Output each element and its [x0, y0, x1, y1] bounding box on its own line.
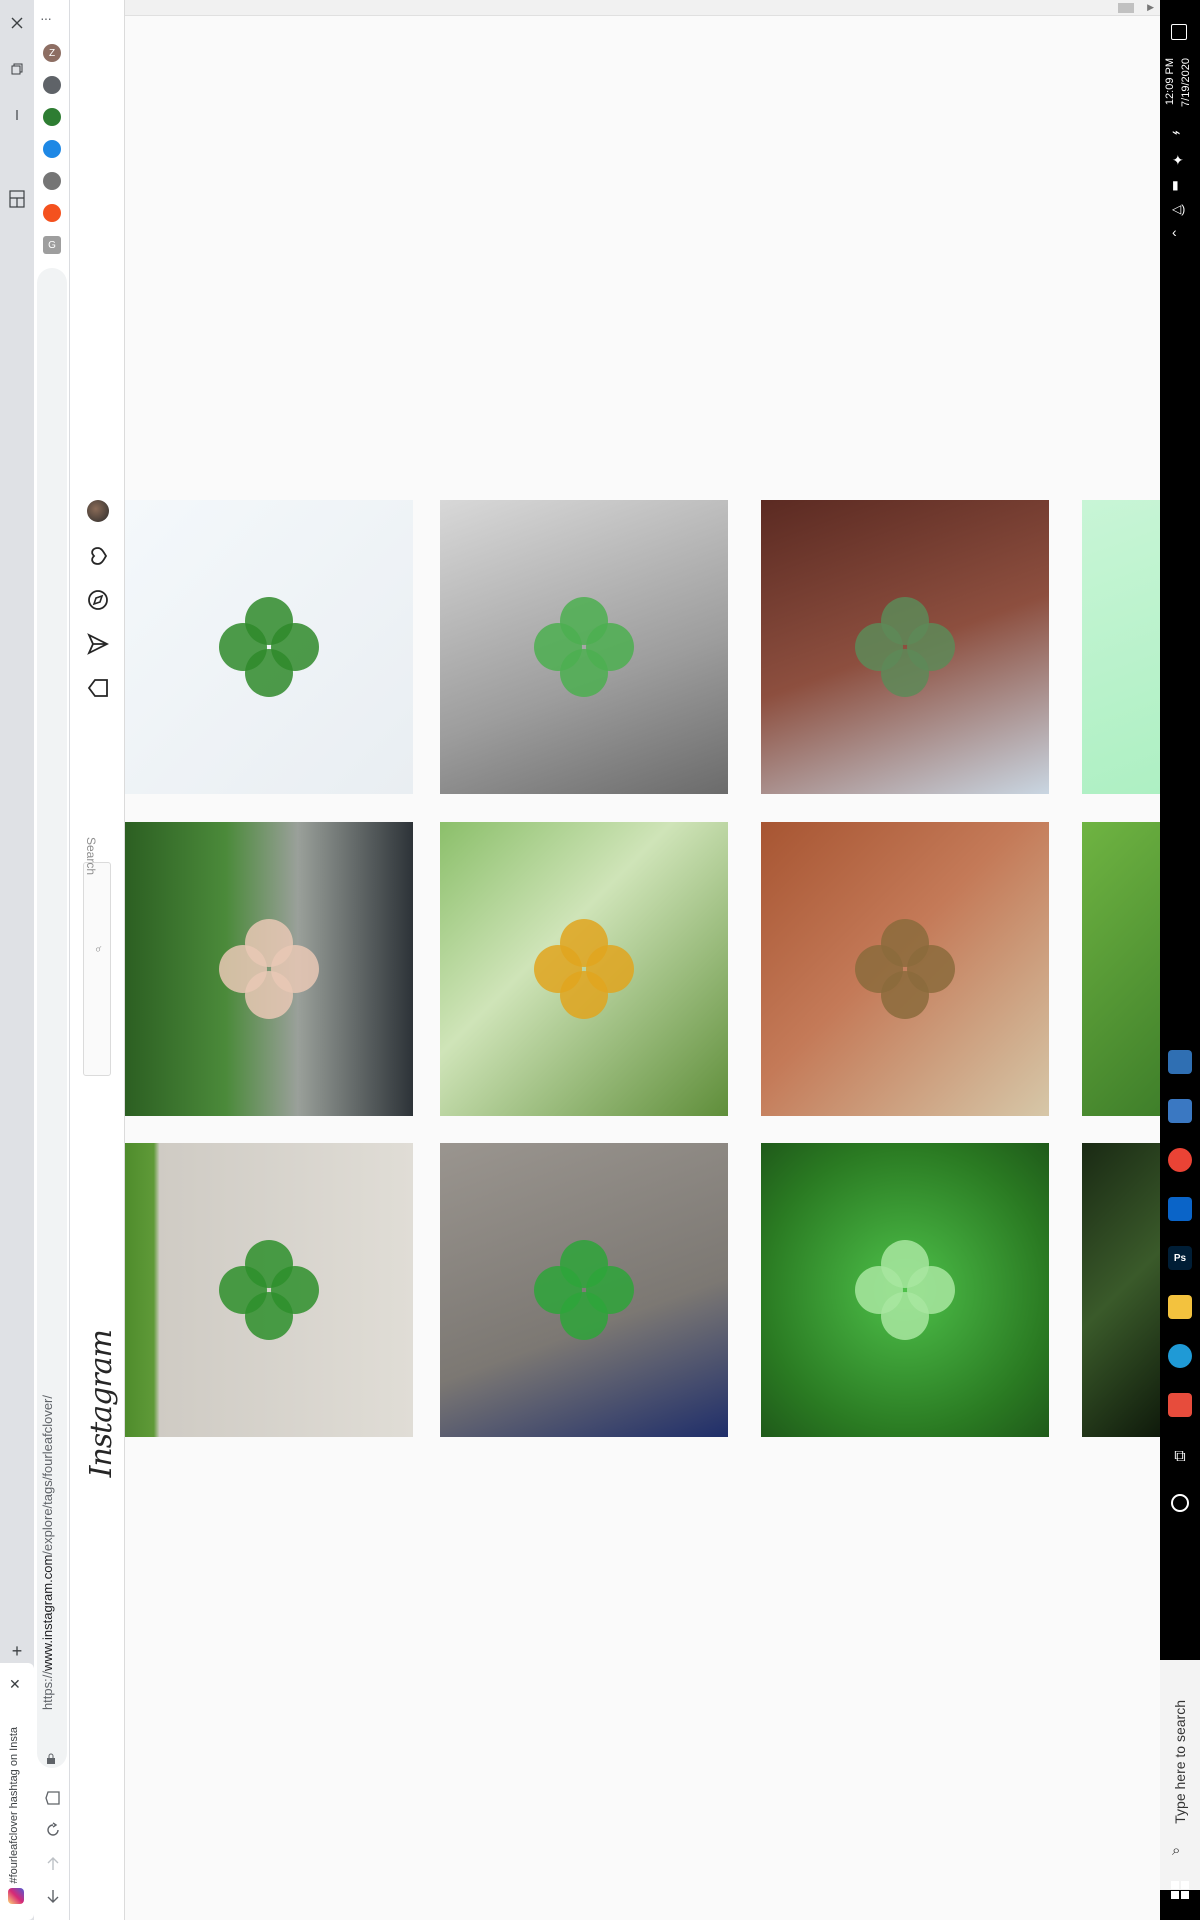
outlook-app-icon[interactable]: [1168, 1197, 1192, 1221]
minimize-window-icon[interactable]: [4, 102, 30, 128]
post-husky-clover[interactable]: [440, 500, 728, 794]
close-window-icon[interactable]: [4, 10, 30, 36]
taskbar-time[interactable]: 12:09 PM: [1164, 58, 1176, 105]
profile-avatar-icon[interactable]: Z: [43, 44, 61, 62]
horizontal-scrollbar[interactable]: ◀ ▶: [70, 0, 1160, 16]
profile-avatar[interactable]: [87, 500, 109, 522]
reload-button-icon[interactable]: [42, 1822, 64, 1843]
post-clover-sidewalk[interactable]: [125, 1143, 413, 1437]
url-prefix: https://: [40, 1671, 55, 1711]
show-hidden-icons-icon[interactable]: ‹: [1172, 224, 1177, 240]
search-placeholder: ⌕ Search: [84, 836, 104, 955]
chrome-app-icon[interactable]: [1168, 1148, 1192, 1172]
post-woman-yellow-dress[interactable]: [440, 822, 728, 1116]
map-extension-icon[interactable]: [43, 108, 61, 126]
home-button-icon[interactable]: [42, 1790, 64, 1811]
direct-message-icon[interactable]: [86, 632, 110, 656]
windows-taskbar: 12:09 PM 7/19/2020 ⌁ ✦ ▮ ◁) ‹ Ps ⧉ Type …: [1160, 0, 1200, 1920]
battery-icon[interactable]: ▮: [1172, 178, 1179, 192]
tab-title: #fourleafclover hashtag on Insta: [8, 1727, 20, 1884]
restore-window-icon[interactable]: [4, 56, 30, 82]
orange-extension-icon[interactable]: [43, 204, 61, 222]
task-view-icon[interactable]: ⧉: [1170, 1448, 1190, 1468]
post-clover-sidewalk-graphic: [219, 1240, 319, 1340]
scrollbar-thumb[interactable]: [1118, 3, 1134, 13]
lock-icon[interactable]: [46, 1752, 56, 1764]
puzzle-extension-icon[interactable]: [43, 76, 61, 94]
post-grass-partial[interactable]: [1082, 822, 1160, 1116]
post-woman-portrait[interactable]: [761, 822, 1049, 1116]
photoshop-app-icon[interactable]: Ps: [1168, 1246, 1192, 1270]
post-clover-patch-graphic: [855, 1240, 955, 1340]
post-woman-portrait-graphic: [855, 919, 955, 1019]
search-icon: ⌕: [1172, 1842, 1181, 1859]
circle-extension-icon[interactable]: [43, 172, 61, 190]
scroll-right-arrow-icon[interactable]: ▶: [1147, 2, 1154, 13]
post-dark-trees[interactable]: [1082, 1143, 1160, 1437]
instagram-nav: Instagram ⌕ Search: [70, 0, 125, 1920]
activity-heart-icon[interactable]: [86, 544, 110, 568]
info-extension-icon[interactable]: [43, 140, 61, 158]
g-extension-icon[interactable]: G: [43, 236, 61, 254]
post-child-hand-clover-graphic: [534, 1240, 634, 1340]
search-input[interactable]: ⌕ Search: [83, 836, 111, 1076]
instagram-logo[interactable]: Instagram: [84, 1330, 119, 1477]
browser-menu-icon[interactable]: ···: [40, 10, 52, 26]
dropbox-icon[interactable]: ✦: [1172, 152, 1184, 169]
back-button-icon[interactable]: [42, 1888, 64, 1909]
post-hand-clover-road-graphic: [219, 919, 319, 1019]
url-text[interactable]: https://www.instagram.com/explore/tags/f…: [40, 1395, 55, 1710]
browser-tab-strip: + #fourleafclover hashtag on Insta ✕: [0, 0, 34, 1920]
tab-close-icon[interactable]: ✕: [9, 1676, 21, 1693]
volume-icon[interactable]: ◁): [1172, 202, 1185, 216]
edge-app-icon[interactable]: [1168, 1344, 1192, 1368]
post-husky-clover-graphic: [534, 597, 634, 697]
post-clover-planter[interactable]: [761, 500, 1049, 794]
network-icon[interactable]: ⌁: [1172, 124, 1180, 141]
post-illustration-graphic: [1082, 500, 1160, 794]
start-windows-icon[interactable]: [1170, 1880, 1190, 1900]
home-icon[interactable]: [86, 676, 110, 700]
taskbar-search-placeholder: Type here to search: [1172, 1700, 1188, 1824]
forward-button-icon[interactable]: [42, 1856, 64, 1877]
taskbar-search-box[interactable]: Type here to search ⌕: [1160, 1660, 1200, 1890]
explore-icon[interactable]: [86, 588, 110, 612]
cortana-icon[interactable]: [1171, 1494, 1189, 1512]
post-woman-yellow-dress-graphic: [534, 919, 634, 1019]
new-tab-button[interactable]: +: [4, 1638, 30, 1664]
active-tab[interactable]: #fourleafclover hashtag on Insta: [0, 1663, 34, 1920]
store-app-icon[interactable]: [1168, 1050, 1192, 1074]
post-clover-patch[interactable]: [761, 1143, 1049, 1437]
post-clover-two-stems[interactable]: [125, 500, 413, 794]
post-hand-clover-road[interactable]: [125, 822, 413, 1116]
post-child-hand-clover[interactable]: [440, 1143, 728, 1437]
settings-app-icon[interactable]: [1168, 1099, 1192, 1123]
url-path: /explore/tags/fourleafclover/: [40, 1395, 55, 1555]
notifications-icon[interactable]: [1171, 24, 1187, 40]
post-grass-partial-graphic: [1082, 822, 1160, 1116]
office-app-icon[interactable]: [1168, 1393, 1192, 1417]
post-clover-two-stems-graphic: [219, 597, 319, 697]
post-dark-trees-graphic: [1082, 1143, 1160, 1437]
explorer-app-icon[interactable]: [1168, 1295, 1192, 1319]
url-host: www.instagram.com: [40, 1554, 55, 1672]
taskbar-date[interactable]: 7/19/2020: [1180, 58, 1192, 107]
tab-search-icon[interactable]: [4, 186, 30, 212]
instagram-favicon-icon: [8, 1888, 24, 1904]
post-clover-planter-graphic: [855, 597, 955, 697]
post-illustration[interactable]: [1082, 500, 1160, 794]
